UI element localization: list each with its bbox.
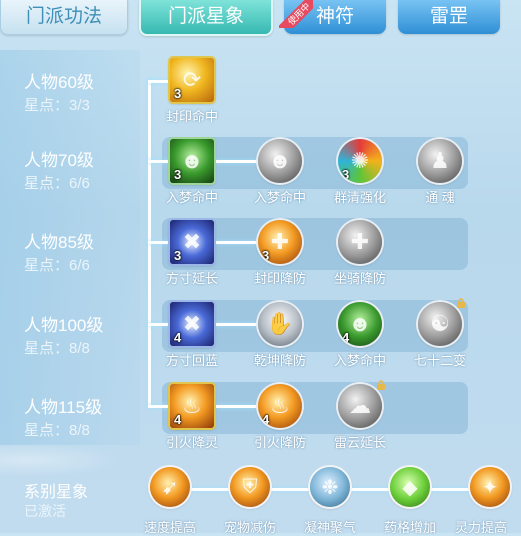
level-points: 星点：8/8 bbox=[24, 340, 90, 357]
skill-label: 方寸回蓝 bbox=[165, 353, 218, 368]
skill-label: 群清强化 bbox=[333, 190, 386, 205]
green-spirit-icon: ☻ 4 bbox=[338, 302, 382, 346]
lock-icon bbox=[457, 298, 465, 308]
level-name: 人物115级 bbox=[24, 398, 103, 417]
series-title: 系别星象 bbox=[24, 484, 89, 501]
level-115: 人物115级 星点：8/8 bbox=[24, 397, 102, 441]
branch-line bbox=[148, 405, 170, 408]
tab-sect-constellation[interactable]: 门派星象 bbox=[139, 0, 273, 36]
branch-line bbox=[148, 80, 170, 83]
skill-label: 通 魂 bbox=[425, 190, 455, 205]
level-points: 星点：6/6 bbox=[24, 175, 90, 192]
series-label: 灵力提高 bbox=[454, 520, 507, 535]
rainbow-wheel-icon: ✺ 3 bbox=[338, 139, 382, 183]
grey-cloud-icon: ☁ bbox=[338, 384, 382, 428]
level-points: 星点：8/8 bbox=[24, 422, 90, 439]
level-85: 人物85级 星点：6/6 bbox=[24, 232, 94, 276]
golden-swirl-icon: ⟳ 3 bbox=[170, 58, 214, 102]
level-points: 星点：3/3 bbox=[24, 97, 90, 114]
branch-line bbox=[148, 160, 170, 163]
level-name: 人物70级 bbox=[24, 151, 94, 170]
series-label: 药格增加 bbox=[383, 520, 436, 535]
link-line bbox=[216, 405, 258, 408]
pet-shield-icon[interactable]: ⛨ bbox=[230, 467, 270, 507]
level-70: 人物70级 星点：6/6 bbox=[24, 150, 94, 194]
tab-bar: 门派功法 门派星象 神符 使用中 雷罡 bbox=[0, 0, 521, 40]
level-name: 人物60级 bbox=[24, 73, 94, 92]
grey-blade-icon: ✚ bbox=[338, 220, 382, 264]
blue-rune-icon: ✖ 4 bbox=[170, 302, 214, 346]
skill-label: 引火降防 bbox=[253, 435, 306, 450]
skill-label: 七十二变 bbox=[413, 353, 466, 368]
link-line bbox=[216, 160, 258, 163]
skill-label: 坐骑降防 bbox=[333, 271, 386, 286]
grey-hand-icon: ✋ bbox=[258, 302, 302, 346]
skill-label: 引火降灵 bbox=[165, 435, 218, 450]
cloud-decoration bbox=[0, 440, 140, 480]
skill-label: 乾坤降防 bbox=[253, 353, 306, 368]
series-label: 凝神聚气 bbox=[303, 520, 356, 535]
tab-sect-skills[interactable]: 门派功法 bbox=[0, 0, 128, 35]
level-points: 星点：6/6 bbox=[24, 257, 90, 274]
speed-icon[interactable]: ➹ bbox=[150, 467, 190, 507]
series-status: 已激活 bbox=[24, 503, 66, 519]
skill-label: 方寸延长 bbox=[165, 271, 218, 286]
grey-spirit-icon: ☻ bbox=[258, 139, 302, 183]
spirit-power-icon[interactable]: ✦ bbox=[470, 467, 510, 507]
branch-line bbox=[148, 323, 170, 326]
skill-label: 封印命中 bbox=[165, 109, 218, 124]
skill-label: 封印降防 bbox=[253, 271, 306, 286]
link-line bbox=[216, 241, 258, 244]
meditation-icon[interactable]: ❉ bbox=[310, 467, 350, 507]
in-use-badge: 使用中 bbox=[279, 0, 313, 28]
level-60: 人物60级 星点：3/3 bbox=[24, 72, 94, 116]
skill-label: 入梦命中 bbox=[333, 353, 386, 368]
tab-thunder[interactable]: 雷罡 bbox=[398, 0, 500, 34]
blue-rune-icon: ✖ 3 bbox=[170, 220, 214, 264]
level-name: 人物100级 bbox=[24, 316, 104, 335]
skill-label: 雷云延长 bbox=[333, 435, 386, 450]
series-label: 速度提高 bbox=[143, 520, 196, 535]
skill-label: 入梦命中 bbox=[165, 190, 218, 205]
level-100: 人物100级 星点：8/8 bbox=[24, 315, 103, 359]
grey-ghost-icon: ♟ bbox=[418, 139, 462, 183]
series-label: 宠物减伤 bbox=[223, 520, 276, 535]
lock-icon bbox=[377, 380, 385, 390]
green-spirit-icon: ☻ 3 bbox=[170, 139, 214, 183]
link-line bbox=[216, 323, 258, 326]
scroll-icon: ☯ bbox=[418, 302, 462, 346]
level-name: 人物85级 bbox=[24, 233, 94, 252]
branch-line bbox=[148, 241, 170, 244]
skill-label: 入梦命中 bbox=[253, 190, 306, 205]
herb-gem-icon[interactable]: ◆ bbox=[390, 467, 430, 507]
flame-icon: ♨ 4 bbox=[170, 384, 214, 428]
orange-flame-icon: ♨ 4 bbox=[258, 384, 302, 428]
orange-blade-icon: ✚ 3 bbox=[258, 220, 302, 264]
